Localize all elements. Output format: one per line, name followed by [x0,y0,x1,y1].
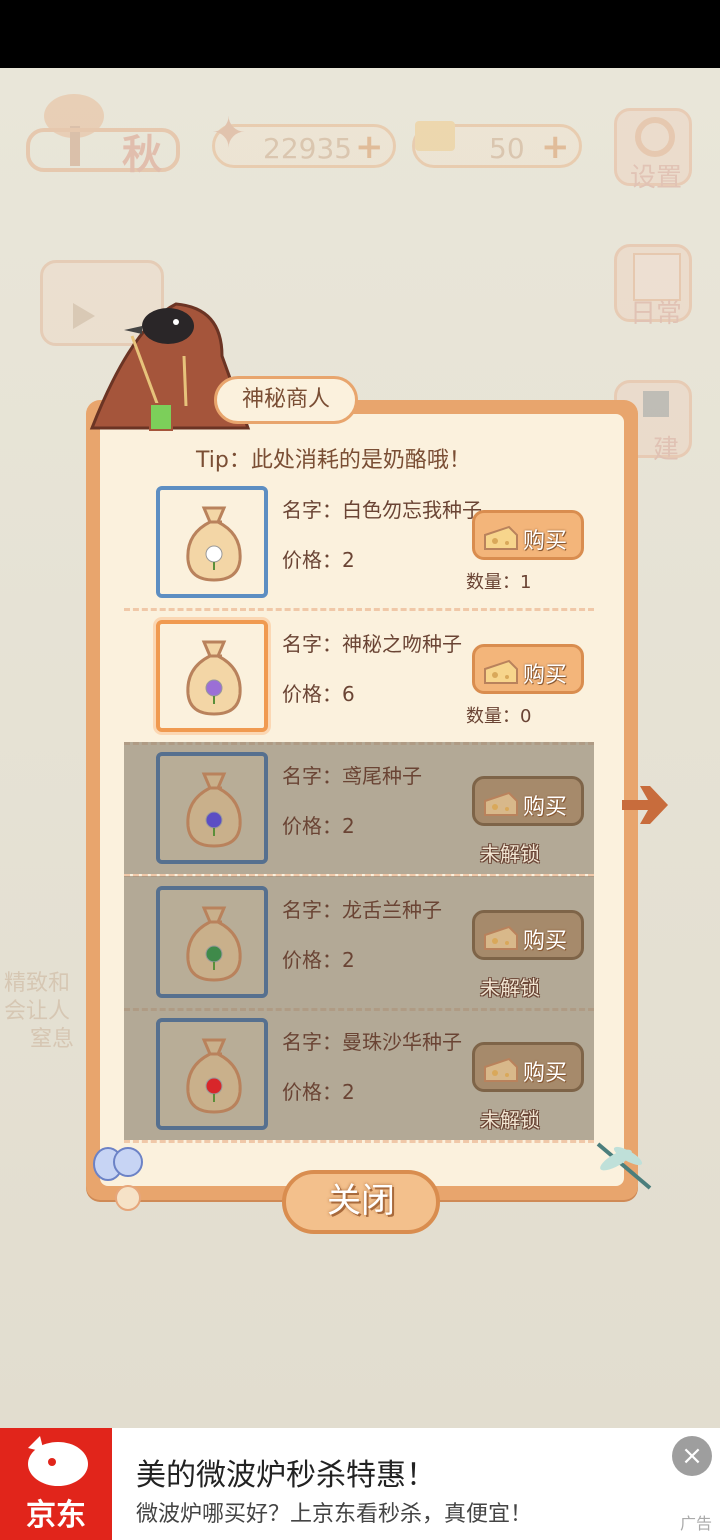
jd-logo: 京东 [0,1428,112,1540]
gear-icon [635,117,675,157]
ad-brand: 京东 [26,1498,86,1533]
seed-thumbnail[interactable] [156,1018,268,1130]
locked-status: 未解锁 [480,1108,540,1132]
buy-button[interactable]: 购买 [472,510,584,560]
seed-thumbnail[interactable] [156,886,268,998]
buy-button[interactable]: 购买 [472,910,584,960]
locked-status: 未解锁 [480,976,540,1000]
seed-row: 名字：龙舌兰种子 价格：2 购买未解锁 [124,876,594,1008]
daily-button[interactable]: 日常 [614,244,692,329]
ad-close-icon[interactable]: × [672,1436,712,1476]
seed-bag-icon [186,1038,242,1114]
cheese-icon [484,1057,518,1082]
shop-title: 神秘商人 [214,376,358,424]
status-bar [0,0,720,68]
seed-bag-icon [186,906,242,982]
butterfly-icon [93,1147,143,1211]
add-fish-icon[interactable]: + [355,130,384,164]
ad-tag: 广告 [679,1514,712,1533]
hammer-icon [643,391,669,417]
season-label: 秋 [122,132,162,178]
bg-text-line: 精致和 [4,971,71,996]
add-cheese-icon[interactable]: + [541,130,570,164]
seed-row: 名字：神秘之吻种子 价格：6 购买数量：0 [124,610,594,742]
seed-thumbnail[interactable] [156,752,268,864]
next-page-arrow-icon[interactable] [618,778,672,832]
row-divider [124,1140,594,1143]
seed-row: 名字：白色勿忘我种子 价格：2 购买数量：1 [124,476,594,608]
cheese-count: 50 [489,132,525,165]
seed-row: 名字：曼珠沙华种子 价格：2 购买未解锁 [124,1008,594,1140]
seed-price: 价格：6 [282,682,355,706]
notepad-icon [633,253,681,301]
jd-dog-icon [28,1436,88,1486]
seed-quantity: 数量：0 [466,706,532,727]
settings-button[interactable]: 设置 [614,108,692,193]
buy-label: 购买 [523,1061,568,1086]
seed-price: 价格：2 [282,814,355,838]
buy-label: 购买 [523,663,568,688]
fish-count: 22935 [263,132,353,165]
buy-button[interactable]: 购买 [472,776,584,826]
buy-button[interactable]: 购买 [472,644,584,694]
close-button[interactable]: 关闭 [282,1170,440,1234]
seed-bag-icon [186,640,242,716]
cheese-icon [484,925,518,950]
seed-quantity: 数量：1 [466,572,532,593]
seed-name: 名字：白色勿忘我种子 [282,498,482,522]
ad-subtitle[interactable]: 微波炉哪买好？上京东看秒杀，真便宜！ [136,1496,532,1528]
cheese-icon [484,525,518,550]
seed-price: 价格：2 [282,548,355,572]
buy-label: 购买 [523,529,568,554]
seed-name: 名字：龙舌兰种子 [282,898,442,922]
dragonfly-icon [596,1142,652,1190]
seed-bag-icon [186,772,242,848]
ad-title[interactable]: 美的微波炉秒杀特惠！ [136,1450,436,1494]
fish-currency[interactable]: ✦ 22935 + [211,111,396,168]
cheese-icon [484,791,518,816]
buy-label: 购买 [523,795,568,820]
settings-label: 设置 [629,163,682,193]
seed-name: 名字：曼珠沙华种子 [282,1030,462,1054]
locked-status: 未解锁 [480,842,540,866]
seed-price: 价格：2 [282,948,355,972]
build-label: 建 [652,435,679,465]
cheese-currency[interactable]: 50 + [412,121,582,168]
buy-button[interactable]: 购买 [472,1042,584,1092]
ad-banner[interactable]: 京东 美的微波炉秒杀特惠！ 微波炉哪买好？上京东看秒杀，真便宜！ × 广告 [0,1428,720,1540]
seed-name: 名字：神秘之吻种子 [282,632,462,656]
cheese-icon [484,659,518,684]
daily-label: 日常 [629,299,682,329]
bg-text-line: 窒息 [30,1027,75,1052]
cheese-icon [415,121,455,151]
shop-tip: Tip：此处消耗的是奶酪哦！ [196,448,471,473]
seed-name: 名字：鸢尾种子 [282,764,422,788]
seed-thumbnail[interactable] [156,486,268,598]
seed-row: 名字：鸢尾种子 价格：2 购买未解锁 [124,742,594,874]
seed-bag-icon [186,506,242,582]
season-badge: 秋 [26,86,180,178]
bg-text-line: 会让人 [4,999,71,1024]
background-text: 精致和 会让人 窒息 [0,970,90,1060]
seed-thumbnail[interactable] [156,620,268,732]
seed-price: 价格：2 [282,1080,355,1104]
fish-icon: ✦ [211,108,247,157]
buy-label: 购买 [523,929,568,954]
